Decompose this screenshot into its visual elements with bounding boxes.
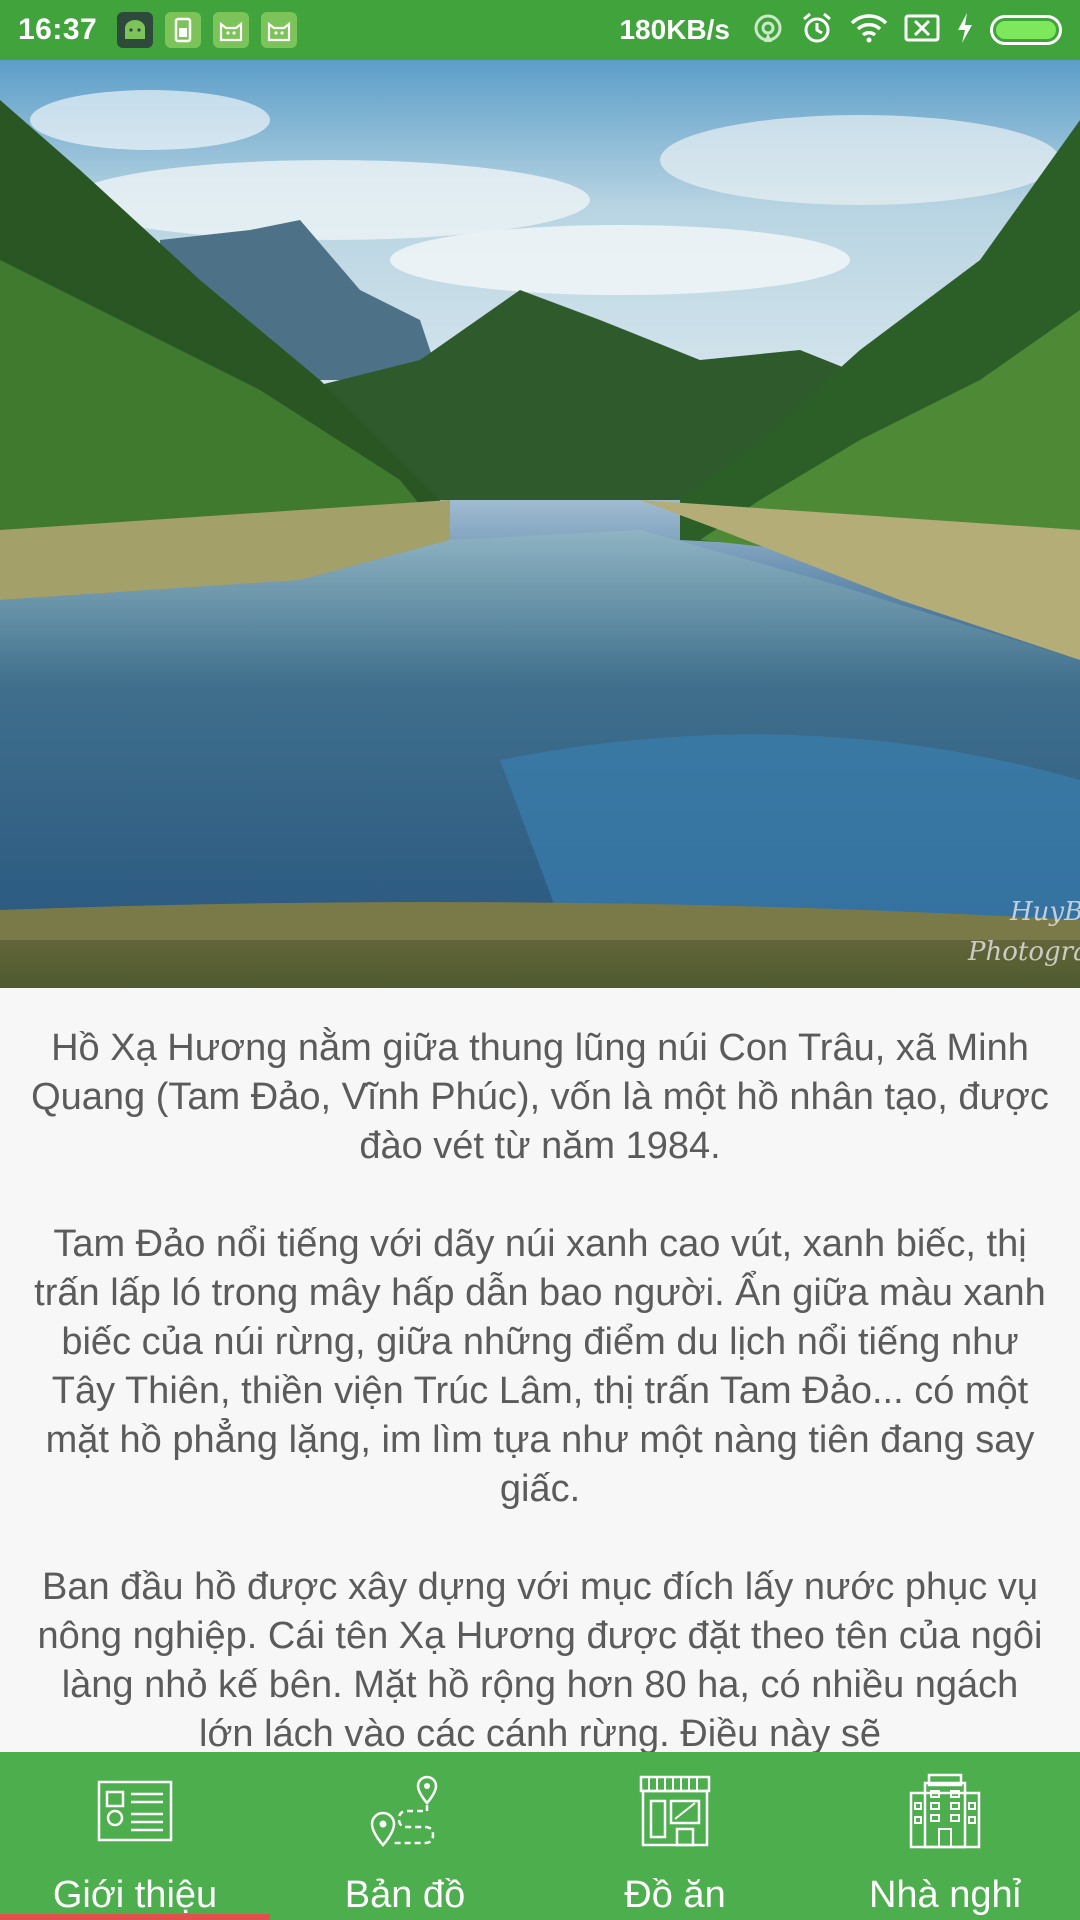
status-right: 180KB/s [619, 11, 1062, 50]
nav-label-ban-do: Bản đồ [344, 1874, 466, 1916]
bottom-navigation: Giới thiệu Bản đồ Đồ ăn Nhà nghỉ [0, 1752, 1080, 1920]
nav-label-do-an: Đồ ăn [624, 1874, 726, 1916]
description-paragraph-2: Tam Đảo nổi tiếng với dãy núi xanh cao v… [34, 1223, 1046, 1510]
watermark-line1: HuyBQ [1009, 897, 1080, 927]
nav-label-nha-nghi: Nhà nghỉ [868, 1874, 1022, 1916]
network-speed: 180KB/s [619, 14, 730, 45]
nav-label-gioi-thieu: Giới thiệu [52, 1874, 218, 1916]
status-time: 16:37 [18, 13, 98, 46]
hero-image-carousel[interactable]: HuyBQ Photography [0, 60, 1080, 988]
status-left: 16:37 [18, 12, 298, 48]
status-bar: 16:37 180KB/s [0, 0, 1080, 60]
screen: 16:37 180KB/s Huy Photogr Hồ Xạ Hương nằ… [0, 0, 1080, 1920]
hotspot-icon [752, 12, 784, 49]
alarm-icon [800, 11, 834, 50]
battery-icon [990, 15, 1062, 45]
description-paragraph-1: Hồ Xạ Hương nằm giữa thung lũng núi Con … [31, 1027, 1049, 1167]
nav-item-gioi-thieu[interactable]: Giới thiệu [0, 1752, 270, 1920]
info-card-icon [90, 1766, 180, 1856]
restaurant-icon [630, 1766, 720, 1856]
nav-item-nha-nghi[interactable]: Nhà nghỉ [810, 1752, 1080, 1920]
wifi-icon [850, 13, 888, 48]
map-route-icon [360, 1766, 450, 1856]
description-paragraph-3: Ban đầu hồ được xây dựng với mục đích lấ… [37, 1566, 1043, 1752]
nav-item-do-an[interactable]: Đồ ăn [540, 1752, 810, 1920]
description-content[interactable]: Hồ Xạ Hương nằm giữa thung lũng núi Con … [0, 988, 1080, 1752]
active-tab-indicator [0, 1914, 270, 1920]
hotel-icon [900, 1766, 990, 1856]
cat-app-icon [261, 12, 298, 48]
lake-landscape-image: HuyBQ Photography [0, 60, 1080, 988]
watermark-line2: Photography [967, 937, 1080, 967]
sim-off-icon [904, 13, 940, 48]
battery-fill [996, 21, 1056, 39]
cat-app-icon [213, 12, 250, 48]
sim-icon [165, 12, 202, 48]
charging-icon [956, 12, 974, 49]
nav-item-ban-do[interactable]: Bản đồ [270, 1752, 540, 1920]
android-icon [117, 12, 154, 48]
